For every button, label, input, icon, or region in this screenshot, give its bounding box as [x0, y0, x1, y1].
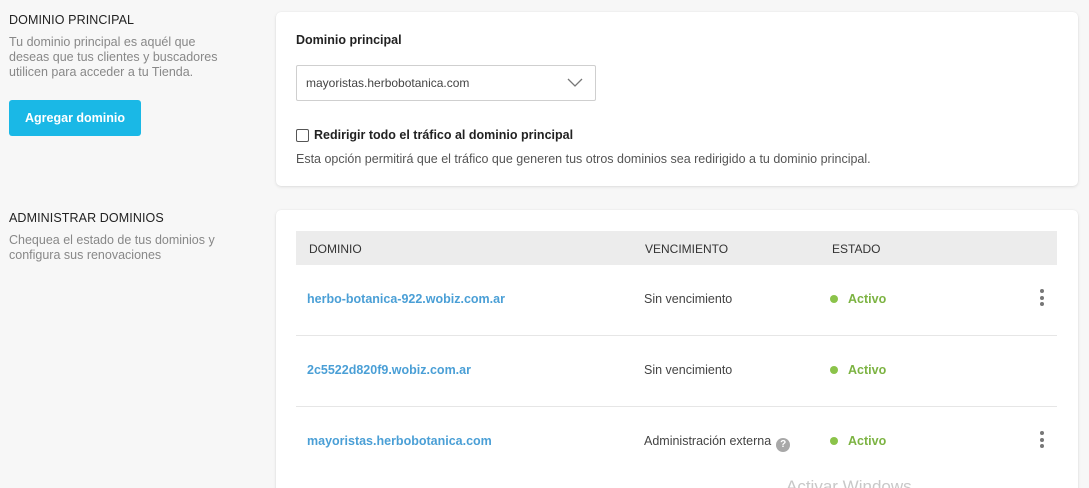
domain-link[interactable]: 2c5522d820f9.wobiz.com.ar: [307, 363, 471, 377]
column-header-dominio: DOMINIO: [309, 242, 362, 256]
section-description: Tu dominio principal es aquél que deseas…: [9, 35, 218, 79]
section-description: Chequea el estado de tus dominios y conf…: [9, 233, 215, 262]
add-domain-button[interactable]: Agregar dominio: [9, 100, 142, 136]
redirect-checkbox-label[interactable]: Redirigir todo el tráfico al dominio pri…: [314, 128, 573, 142]
domains-table-card: DOMINIO VENCIMIENTO ESTADO herbo-botanic…: [276, 210, 1078, 488]
table-row: herbo-botanica-922.wobiz.com.ar Sin venc…: [296, 265, 1057, 336]
field-label: Dominio principal: [296, 33, 402, 47]
expiry-text: Sin vencimiento: [644, 292, 733, 306]
expiry-text: Sin vencimiento: [644, 363, 733, 377]
table-row: 2c5522d820f9.wobiz.com.ar Sin vencimient…: [296, 336, 1057, 407]
more-options-icon[interactable]: [1036, 431, 1048, 451]
status-dot-icon: [830, 366, 838, 374]
redirect-checkbox-row[interactable]: Redirigir todo el tráfico al dominio pri…: [296, 128, 573, 142]
status-dot-icon: [830, 295, 838, 303]
help-icon[interactable]: ?: [776, 438, 791, 452]
status-badge: Activo: [830, 434, 886, 448]
main-domain-select[interactable]: mayoristas.herbobotanica.com: [296, 65, 596, 101]
section-title: DOMINIO PRINCIPAL: [9, 13, 135, 27]
dominio-principal-card: Dominio principal mayoristas.herbobotani…: [276, 12, 1078, 186]
domain-link[interactable]: mayoristas.herbobotanica.com: [307, 434, 492, 448]
status-badge: Activo: [830, 292, 886, 306]
windows-activation-watermark: Activar Windows: [786, 477, 912, 488]
expiry-text: Administración externa?: [644, 434, 791, 452]
redirect-help-text: Esta opción permitirá que el tráfico que…: [296, 152, 871, 166]
status-dot-icon: [830, 437, 838, 445]
redirect-checkbox[interactable]: [296, 128, 309, 142]
column-header-estado: ESTADO: [832, 242, 881, 256]
select-value: mayoristas.herbobotanica.com: [306, 76, 470, 90]
section-title: ADMINISTRAR DOMINIOS: [9, 211, 164, 225]
administrar-dominios-section: ADMINISTRAR DOMINIOS Chequea el estado d…: [9, 211, 249, 263]
column-header-vencimiento: VENCIMIENTO: [645, 242, 729, 256]
more-options-icon[interactable]: [1036, 289, 1048, 309]
table-row: mayoristas.herbobotanica.com Administrac…: [296, 407, 1057, 478]
chevron-down-icon: [567, 78, 583, 87]
domain-link[interactable]: herbo-botanica-922.wobiz.com.ar: [307, 292, 505, 306]
dominio-principal-section: DOMINIO PRINCIPAL Tu dominio principal e…: [9, 13, 249, 136]
table-header: DOMINIO VENCIMIENTO ESTADO: [296, 231, 1057, 265]
status-badge: Activo: [830, 363, 886, 377]
